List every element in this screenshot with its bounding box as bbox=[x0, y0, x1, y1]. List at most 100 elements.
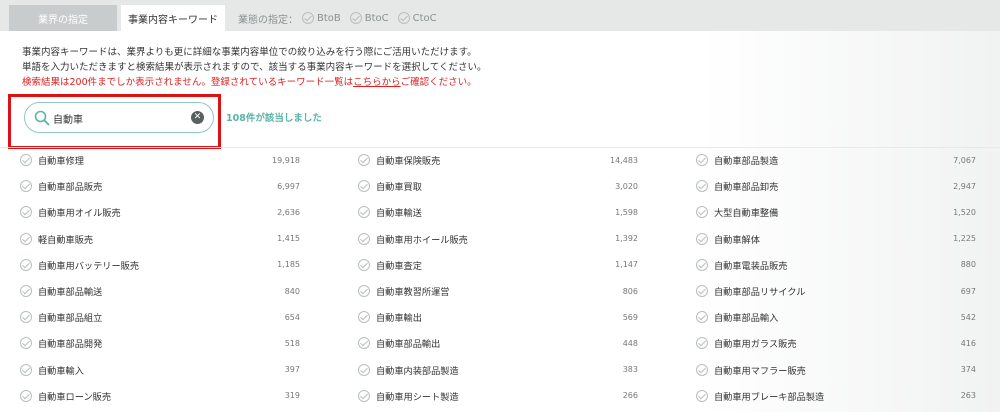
business-type-option-ctoc[interactable]: CtoC bbox=[397, 12, 437, 24]
keyword-count: 383 bbox=[622, 365, 638, 375]
keyword-name: 大型自動車整備 bbox=[714, 208, 779, 220]
keyword-item[interactable]: 自動車部品開発 518 bbox=[20, 330, 300, 356]
keyword-item[interactable]: 自動車部品輸入 542 bbox=[696, 304, 976, 330]
results-column: 自動車部品製造 7,067 自動車部品卸売 2,947 大型自動車整備 1,520 自動車解… bbox=[696, 147, 976, 409]
check-icon bbox=[20, 337, 32, 350]
clear-icon[interactable]: ✕ bbox=[191, 111, 204, 124]
keyword-name: 自動車部品輸送 bbox=[38, 287, 103, 299]
keyword-item[interactable]: 軽自動車販売 1,415 bbox=[20, 226, 300, 252]
keyword-count: 880 bbox=[960, 260, 976, 270]
keyword-item[interactable]: 自動車保険販売 14,483 bbox=[358, 147, 638, 173]
keyword-name: 自動車ローン販売 bbox=[38, 391, 112, 403]
keyword-count: 1,185 bbox=[277, 260, 300, 270]
keyword-item[interactable]: 自動車輸入 397 bbox=[20, 357, 300, 383]
business-type-option-btoc[interactable]: BtoC bbox=[349, 12, 389, 24]
keyword-item[interactable]: 自動車買取 3,020 bbox=[358, 173, 638, 199]
keyword-count: 416 bbox=[960, 338, 976, 348]
check-icon bbox=[20, 389, 32, 402]
check-icon bbox=[302, 12, 314, 24]
keyword-name: 自動車用オイル販売 bbox=[38, 208, 121, 220]
keyword-name: 自動車用ホイール販売 bbox=[376, 234, 468, 246]
check-icon bbox=[358, 337, 370, 350]
keyword-count: 19,918 bbox=[272, 155, 300, 165]
check-icon bbox=[397, 12, 410, 24]
keyword-name: 自動車用ブレーキ部品製造 bbox=[714, 391, 825, 403]
keyword-item[interactable]: 自動車部品輸出 448 bbox=[358, 330, 638, 356]
keyword-name: 自動車部品販売 bbox=[38, 182, 103, 194]
keyword-item[interactable]: 自動車部品組立 654 bbox=[20, 304, 300, 330]
keyword-count: 374 bbox=[960, 365, 976, 375]
keyword-item[interactable]: 自動車用ガラス販売 416 bbox=[696, 330, 976, 356]
tab-business-keyword[interactable]: 事業内容キーワード bbox=[121, 5, 225, 31]
keyword-item[interactable]: 自動車部品製造 7,067 bbox=[696, 147, 976, 173]
results-grid: 自動車修理 19,918 自動車部品販売 6,997 自動車用オイル販売 2,636 軽自動… bbox=[20, 147, 980, 412]
keyword-count: 2,636 bbox=[277, 207, 300, 217]
keyword-count: 806 bbox=[622, 286, 638, 296]
keyword-item[interactable]: 自動車部品販売 6,997 bbox=[20, 173, 300, 199]
keyword-item[interactable]: 自動車用シート製造 266 bbox=[358, 383, 638, 409]
search-input[interactable] bbox=[53, 109, 183, 127]
keyword-count: 7,067 bbox=[953, 155, 976, 165]
page: 業界の指定 事業内容キーワード 業態の指定： BtoB BtoC CtoC 事業… bbox=[0, 0, 1000, 412]
keyword-name: 自動車部品開発 bbox=[38, 339, 103, 351]
keyword-item[interactable]: 自動車用オイル販売 2,636 bbox=[20, 199, 300, 225]
keyword-name: 自動車用バッテリー販売 bbox=[38, 260, 140, 272]
keyword-name: 自動車部品製造 bbox=[714, 156, 779, 168]
keyword-count: 1,147 bbox=[615, 260, 638, 270]
check-icon bbox=[358, 363, 370, 376]
keyword-count: 840 bbox=[284, 286, 300, 296]
business-type-filter: 業態の指定： BtoB BtoC CtoC bbox=[238, 5, 446, 31]
check-icon bbox=[20, 363, 32, 376]
keyword-item[interactable]: 自動車用ホイール販売 1,392 bbox=[358, 226, 638, 252]
keyword-name: 自動車部品組立 bbox=[38, 313, 103, 325]
check-icon bbox=[358, 258, 370, 271]
keyword-item[interactable]: 自動車用ブレーキ部品製造 263 bbox=[696, 383, 976, 409]
keyword-count: 3,020 bbox=[615, 181, 638, 191]
keyword-name: 自動車輸送 bbox=[376, 208, 422, 220]
keyword-item[interactable]: 自動車査定 1,147 bbox=[358, 252, 638, 278]
tab-industry[interactable]: 業界の指定 bbox=[9, 5, 117, 31]
keyword-item[interactable]: 自動車用マフラー販売 374 bbox=[696, 357, 976, 383]
keyword-count: 319 bbox=[284, 391, 300, 401]
check-icon bbox=[696, 180, 708, 193]
keyword-count: 1,225 bbox=[953, 234, 976, 244]
keyword-item[interactable]: 自動車部品卸売 2,947 bbox=[696, 173, 976, 199]
check-icon bbox=[349, 12, 362, 24]
option-label: CtoC bbox=[412, 12, 437, 24]
description-line: 事業内容キーワードは、業界よりも更に詳細な事業内容単位での絞り込みを行う際にご活… bbox=[22, 47, 477, 58]
check-icon bbox=[358, 180, 370, 193]
business-type-option-btob[interactable]: BtoB bbox=[302, 12, 341, 24]
keyword-name: 自動車用シート製造 bbox=[376, 391, 459, 403]
check-icon bbox=[358, 232, 370, 245]
keyword-item[interactable]: 自動車解体 1,225 bbox=[696, 226, 976, 252]
check-icon bbox=[696, 389, 708, 402]
option-label: BtoB bbox=[317, 12, 341, 24]
check-icon bbox=[696, 232, 708, 245]
option-label: BtoC bbox=[364, 12, 389, 24]
keyword-item[interactable]: 大型自動車整備 1,520 bbox=[696, 199, 976, 225]
keyword-name: 自動車輸入 bbox=[38, 365, 84, 377]
check-icon bbox=[20, 232, 32, 245]
keyword-item[interactable]: 自動車修理 19,918 bbox=[20, 147, 300, 173]
keyword-item[interactable]: 自動車教習所運営 806 bbox=[358, 278, 638, 304]
keyword-panel: 事業内容キーワードは、業界よりも更に詳細な事業内容単位での絞り込みを行う際にご活… bbox=[0, 31, 1000, 412]
keyword-name: 自動車部品輸入 bbox=[714, 313, 779, 325]
keyword-item[interactable]: 自動車用バッテリー販売 1,185 bbox=[20, 252, 300, 278]
check-icon bbox=[20, 154, 32, 167]
keyword-item[interactable]: 自動車電装品販売 880 bbox=[696, 252, 976, 278]
keyword-item[interactable]: 自動車輸送 1,598 bbox=[358, 199, 638, 225]
keyword-name: 自動車部品卸売 bbox=[714, 182, 779, 194]
keyword-count: 697 bbox=[960, 286, 976, 296]
keyword-list-link[interactable]: こちらから bbox=[353, 77, 401, 88]
check-icon bbox=[358, 311, 370, 324]
keyword-count: 448 bbox=[622, 338, 638, 348]
search-box: ✕ bbox=[24, 102, 214, 133]
keyword-count: 2,947 bbox=[953, 181, 976, 191]
keyword-count: 542 bbox=[960, 312, 976, 322]
keyword-item[interactable]: 自動車内装部品製造 383 bbox=[358, 357, 638, 383]
keyword-name: 自動車電装品販売 bbox=[714, 260, 788, 272]
keyword-item[interactable]: 自動車部品輸送 840 bbox=[20, 278, 300, 304]
keyword-item[interactable]: 自動車輸出 569 bbox=[358, 304, 638, 330]
keyword-item[interactable]: 自動車部品リサイクル 697 bbox=[696, 278, 976, 304]
keyword-item[interactable]: 自動車ローン販売 319 bbox=[20, 383, 300, 409]
